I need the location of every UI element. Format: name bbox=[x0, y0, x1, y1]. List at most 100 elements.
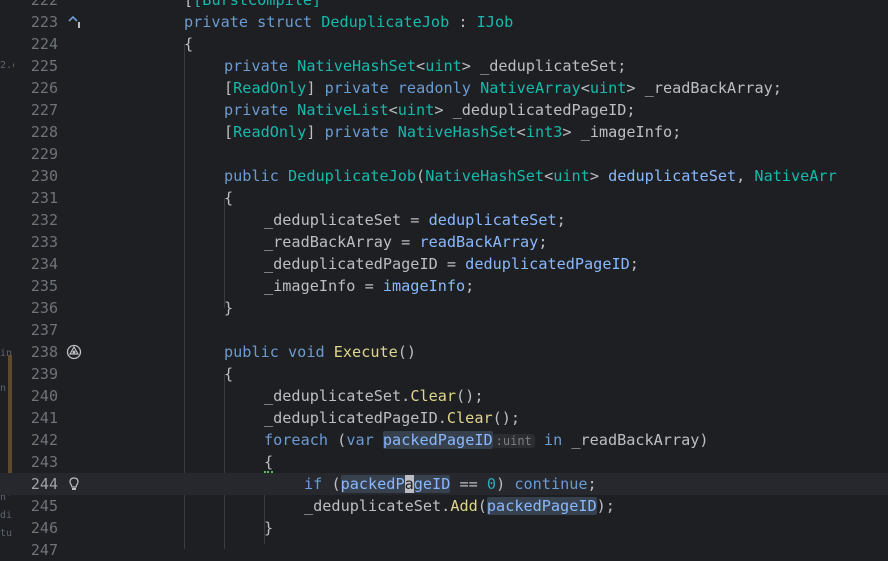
code-token: deduplicateSet bbox=[428, 211, 557, 229]
line-number: 239 bbox=[30, 365, 58, 383]
code-text: } bbox=[264, 519, 274, 537]
implements-up-arrow-icon[interactable] bbox=[66, 14, 82, 30]
code-line[interactable]: 245 _deduplicateSet.Add(packedPageID); bbox=[0, 495, 888, 517]
code-token: imageInfo bbox=[382, 277, 466, 295]
code-text: private NativeList<uint> _deduplicatedPa… bbox=[224, 101, 636, 119]
inlay-type-hint: :uint bbox=[492, 434, 535, 448]
brace: { bbox=[184, 35, 194, 53]
code-text: } bbox=[224, 299, 234, 317]
code-token: int3 bbox=[525, 123, 563, 141]
code-token: readonly bbox=[397, 79, 471, 97]
code-token: [ bbox=[184, 0, 194, 9]
code-line[interactable]: 222 [[BurstCompile] bbox=[0, 0, 888, 11]
code-token: ReadOnly bbox=[233, 79, 307, 97]
debug-bulb-icon[interactable] bbox=[66, 476, 82, 492]
code-token: DeduplicateJob bbox=[288, 167, 417, 185]
code-text: { bbox=[264, 451, 274, 473]
code-text: if (packedPageID == 0) continue; bbox=[304, 475, 597, 493]
code-line[interactable]: 231 { bbox=[0, 187, 888, 209]
code-token: packedPageID bbox=[340, 475, 451, 493]
code-line[interactable]: 246 } bbox=[0, 517, 888, 539]
code-token: _imageInfo bbox=[264, 277, 356, 295]
code-token: readBackArray bbox=[419, 233, 539, 251]
warning-squiggle: { bbox=[264, 453, 274, 473]
code-line[interactable]: 247 bbox=[0, 539, 888, 561]
code-line[interactable]: 235 _imageInfo = imageInfo; bbox=[0, 275, 888, 297]
line-number: 231 bbox=[30, 189, 58, 207]
code-token: private bbox=[224, 57, 289, 75]
code-token: private bbox=[224, 101, 289, 119]
code-line[interactable]: 226 [ReadOnly] private readonly NativeAr… bbox=[0, 77, 888, 99]
code-token: uint bbox=[589, 79, 627, 97]
code-line[interactable]: 233 _readBackArray = readBackArray; bbox=[0, 231, 888, 253]
code-token: public bbox=[224, 343, 279, 361]
code-line-current[interactable]: 244 if (packedPageID == 0) continue; bbox=[0, 473, 888, 495]
line-number: 235 bbox=[30, 277, 58, 295]
code-token: Clear bbox=[446, 409, 493, 427]
code-token: packedP bbox=[340, 475, 405, 493]
code-line[interactable]: 232 _deduplicateSet = deduplicateSet; bbox=[0, 209, 888, 231]
code-line[interactable]: 242 foreach (var packedPageID:uint in _r… bbox=[0, 429, 888, 451]
line-number: 228 bbox=[30, 123, 58, 141]
line-number: 241 bbox=[30, 409, 58, 427]
code-token: NativeHashSet bbox=[425, 167, 545, 185]
code-token: NativeList bbox=[297, 101, 389, 119]
code-token: _readBackArray bbox=[264, 233, 393, 251]
code-line[interactable]: 239 { bbox=[0, 363, 888, 385]
line-number: 247 bbox=[30, 541, 58, 559]
type-name: DeduplicateJob bbox=[321, 13, 450, 31]
code-token: _deduplicatedPageID bbox=[264, 409, 438, 427]
code-text: _deduplicatedPageID.Clear(); bbox=[264, 409, 521, 427]
code-token: private bbox=[324, 123, 389, 141]
line-number: 232 bbox=[30, 211, 58, 229]
line-number: 236 bbox=[30, 299, 58, 317]
code-token: NativeArray bbox=[480, 79, 581, 97]
code-line[interactable]: 237 bbox=[0, 319, 888, 341]
code-line[interactable]: 230 public DeduplicateJob(NativeHashSet<… bbox=[0, 165, 888, 187]
line-number: 226 bbox=[30, 79, 58, 97]
code-text: _deduplicateSet = deduplicateSet; bbox=[264, 211, 566, 229]
code-text: _readBackArray = readBackArray; bbox=[264, 233, 548, 251]
code-token: Clear bbox=[410, 387, 457, 405]
code-token: geID bbox=[413, 475, 451, 493]
code-line[interactable]: 238 public void Execute() bbox=[0, 341, 888, 363]
line-number: 242 bbox=[30, 431, 58, 449]
line-number: 240 bbox=[30, 387, 58, 405]
code-text: foreach (var packedPageID:uint in _readB… bbox=[264, 431, 709, 449]
code-line[interactable]: 228 [ReadOnly] private NativeHashSet<int… bbox=[0, 121, 888, 143]
line-number: 238 bbox=[30, 343, 58, 361]
unity-icon[interactable] bbox=[66, 344, 82, 360]
keyword: struct bbox=[257, 13, 313, 31]
code-token: _deduplicatedPageID bbox=[452, 101, 627, 119]
code-token: in bbox=[543, 431, 563, 449]
code-token: foreach bbox=[264, 431, 329, 449]
code-token: packedPageID bbox=[382, 431, 493, 449]
line-number: 233 bbox=[30, 233, 58, 251]
code-text: { bbox=[224, 189, 234, 207]
code-token: deduplicatedPageID bbox=[465, 255, 630, 273]
line-number: 244 bbox=[30, 475, 58, 493]
code-token: 0 bbox=[486, 475, 497, 493]
interface-name: IJob bbox=[476, 13, 514, 31]
code-token: deduplicateSet bbox=[608, 167, 737, 185]
code-line[interactable]: 243 { bbox=[0, 451, 888, 473]
code-token: NativeHashSet bbox=[297, 57, 417, 75]
code-text: { bbox=[224, 365, 234, 383]
text-cursor: a bbox=[404, 475, 414, 493]
code-token: private bbox=[324, 79, 389, 97]
code-line[interactable]: 241 _deduplicatedPageID.Clear(); bbox=[0, 407, 888, 429]
code-token: continue bbox=[514, 475, 588, 493]
code-line[interactable]: 225 private NativeHashSet<uint> _dedupli… bbox=[0, 55, 888, 77]
code-token: uint bbox=[397, 101, 435, 119]
code-token: _readBackArray bbox=[571, 431, 700, 449]
code-line[interactable]: 236 } bbox=[0, 297, 888, 319]
code-line[interactable]: 229 bbox=[0, 143, 888, 165]
code-line[interactable]: 234 _deduplicatedPageID = deduplicatedPa… bbox=[0, 253, 888, 275]
code-line[interactable]: 240 _deduplicateSet.Clear(); bbox=[0, 385, 888, 407]
code-token: _deduplicateSet bbox=[480, 57, 618, 75]
code-line[interactable]: 223 private struct DeduplicateJob : IJob bbox=[0, 11, 888, 33]
code-line[interactable]: 227 private NativeList<uint> _deduplicat… bbox=[0, 99, 888, 121]
code-text: [[BurstCompile] bbox=[184, 0, 321, 11]
line-number: 224 bbox=[30, 35, 58, 53]
code-line[interactable]: 224 { bbox=[0, 33, 888, 55]
